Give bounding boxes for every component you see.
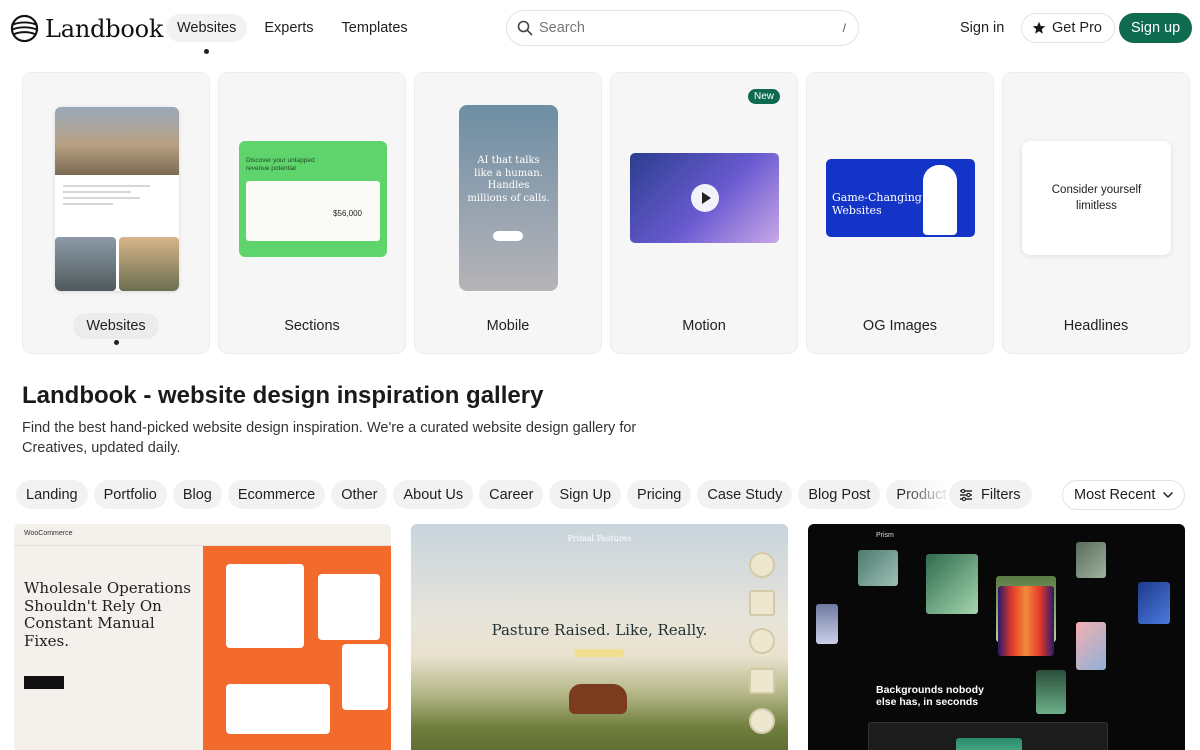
- active-indicator-dot: [113, 340, 119, 345]
- chip-other[interactable]: Other: [331, 480, 388, 509]
- search-input[interactable]: [539, 20, 843, 36]
- sections-preview-image: Discover your untapped revenue potential…: [239, 141, 387, 257]
- search-icon: [517, 20, 533, 36]
- star-icon: [1032, 21, 1046, 34]
- mobile-preview-image: AI that talks like a human. Handles mill…: [459, 105, 558, 291]
- category-label-sections: Sections: [284, 318, 340, 334]
- woocommerce-brand: WooCommerce: [14, 524, 391, 546]
- filters-label: Filters: [981, 486, 1021, 503]
- chip-ecommerce[interactable]: Ecommerce: [227, 480, 326, 509]
- filter-chip-row: Landing Portfolio Blog Ecommerce Other A…: [16, 480, 952, 510]
- chip-sign-up[interactable]: Sign Up: [549, 480, 622, 509]
- search-shortcut-hint: /: [842, 21, 846, 35]
- chip-blog[interactable]: Blog: [172, 480, 222, 509]
- websites-preview-image: [55, 107, 179, 291]
- gallery-item-prism[interactable]: Prism Backgrounds nobody else has, in se…: [808, 524, 1185, 750]
- category-card-websites[interactable]: Websites: [22, 72, 210, 354]
- gallery-item-woocommerce[interactable]: WooCommerce Wholesale Operations Shouldn…: [14, 524, 391, 750]
- chip-career[interactable]: Career: [479, 480, 544, 509]
- get-pro-button[interactable]: Get Pro: [1021, 13, 1115, 43]
- sections-preview-title: Discover your untapped revenue potential: [246, 157, 315, 172]
- page-description: Find the best hand-picked website design…: [22, 420, 637, 456]
- category-carousel: Websites Discover your untapped revenue …: [22, 72, 1190, 354]
- category-card-mobile[interactable]: AI that talks like a human. Handles mill…: [414, 72, 602, 354]
- chip-landing[interactable]: Landing: [16, 480, 88, 509]
- category-label-headlines: Headlines: [1063, 318, 1129, 334]
- headline-preview-text: Consider yourself limitless: [1022, 141, 1171, 255]
- nav-templates-label: Templates: [341, 20, 408, 36]
- category-label-og-images: OG Images: [862, 318, 938, 334]
- primal-pastures-brand: Primal Pastures: [567, 534, 632, 543]
- og-preview-text: Game-Changing Websites: [832, 191, 922, 218]
- cow-image: [569, 684, 627, 714]
- prism-headline: Backgrounds nobody else has, in seconds: [876, 684, 984, 708]
- chip-blog-post[interactable]: Blog Post: [798, 480, 881, 509]
- chip-case-study[interactable]: Case Study: [697, 480, 793, 509]
- get-pro-label: Get Pro: [1052, 20, 1102, 36]
- sort-label: Most Recent: [1074, 487, 1156, 503]
- new-badge: New: [748, 89, 781, 104]
- play-icon: [691, 184, 719, 212]
- og-preview-image: Game-Changing Websites: [826, 159, 975, 237]
- page-title: Landbook - website design inspiration ga…: [22, 382, 544, 409]
- primal-pastures-headline: Pasture Raised. Like, Really.: [491, 621, 708, 639]
- category-card-headlines[interactable]: Consider yourself limitless Headlines: [1002, 72, 1190, 354]
- chevron-down-icon: [1162, 491, 1174, 499]
- logo-text: Landbook: [45, 14, 164, 43]
- sort-dropdown[interactable]: Most Recent: [1062, 480, 1185, 510]
- nav-experts[interactable]: Experts: [253, 14, 324, 42]
- sign-up-button[interactable]: Sign up: [1119, 13, 1193, 43]
- chip-portfolio[interactable]: Portfolio: [93, 480, 167, 509]
- category-label-mobile: Mobile: [486, 318, 530, 334]
- search-bar[interactable]: /: [506, 10, 859, 46]
- category-label-websites: Websites: [23, 313, 209, 339]
- gallery-item-primal-pastures[interactable]: Primal Pastures Pasture Raised. Like, Re…: [411, 524, 788, 750]
- prism-brand: Prism: [876, 532, 894, 539]
- category-card-motion[interactable]: New Motion: [610, 72, 798, 354]
- logo-globe-icon: [10, 14, 39, 43]
- category-card-og-images[interactable]: Game-Changing Websites OG Images: [806, 72, 994, 354]
- nav-experts-label: Experts: [264, 20, 314, 36]
- nav-templates[interactable]: Templates: [331, 14, 419, 42]
- active-indicator-dot: [204, 49, 210, 54]
- top-header: Landbook Websites Experts Templates / Si…: [0, 0, 1200, 60]
- chip-about-us[interactable]: About Us: [393, 480, 474, 509]
- sign-in-link[interactable]: Sign in: [960, 20, 1004, 36]
- sliders-icon: [960, 488, 972, 501]
- motion-preview-image: [630, 153, 779, 243]
- woocommerce-headline: Wholesale Operations Shouldn't Rely On C…: [24, 579, 191, 650]
- chip-row-fade: [900, 480, 952, 510]
- logo[interactable]: Landbook: [10, 14, 163, 43]
- mobile-preview-text: AI that talks like a human. Handles mill…: [467, 155, 550, 204]
- filters-button[interactable]: Filters: [949, 480, 1033, 509]
- nav-websites-label: Websites: [177, 20, 237, 36]
- main-nav: Websites Experts Templates: [166, 14, 419, 54]
- nav-websites[interactable]: Websites: [166, 14, 248, 54]
- category-card-sections[interactable]: Discover your untapped revenue potential…: [218, 72, 406, 354]
- category-label-motion: Motion: [682, 318, 726, 334]
- chip-pricing[interactable]: Pricing: [627, 480, 692, 509]
- sections-preview-amount: $56,000: [333, 209, 362, 218]
